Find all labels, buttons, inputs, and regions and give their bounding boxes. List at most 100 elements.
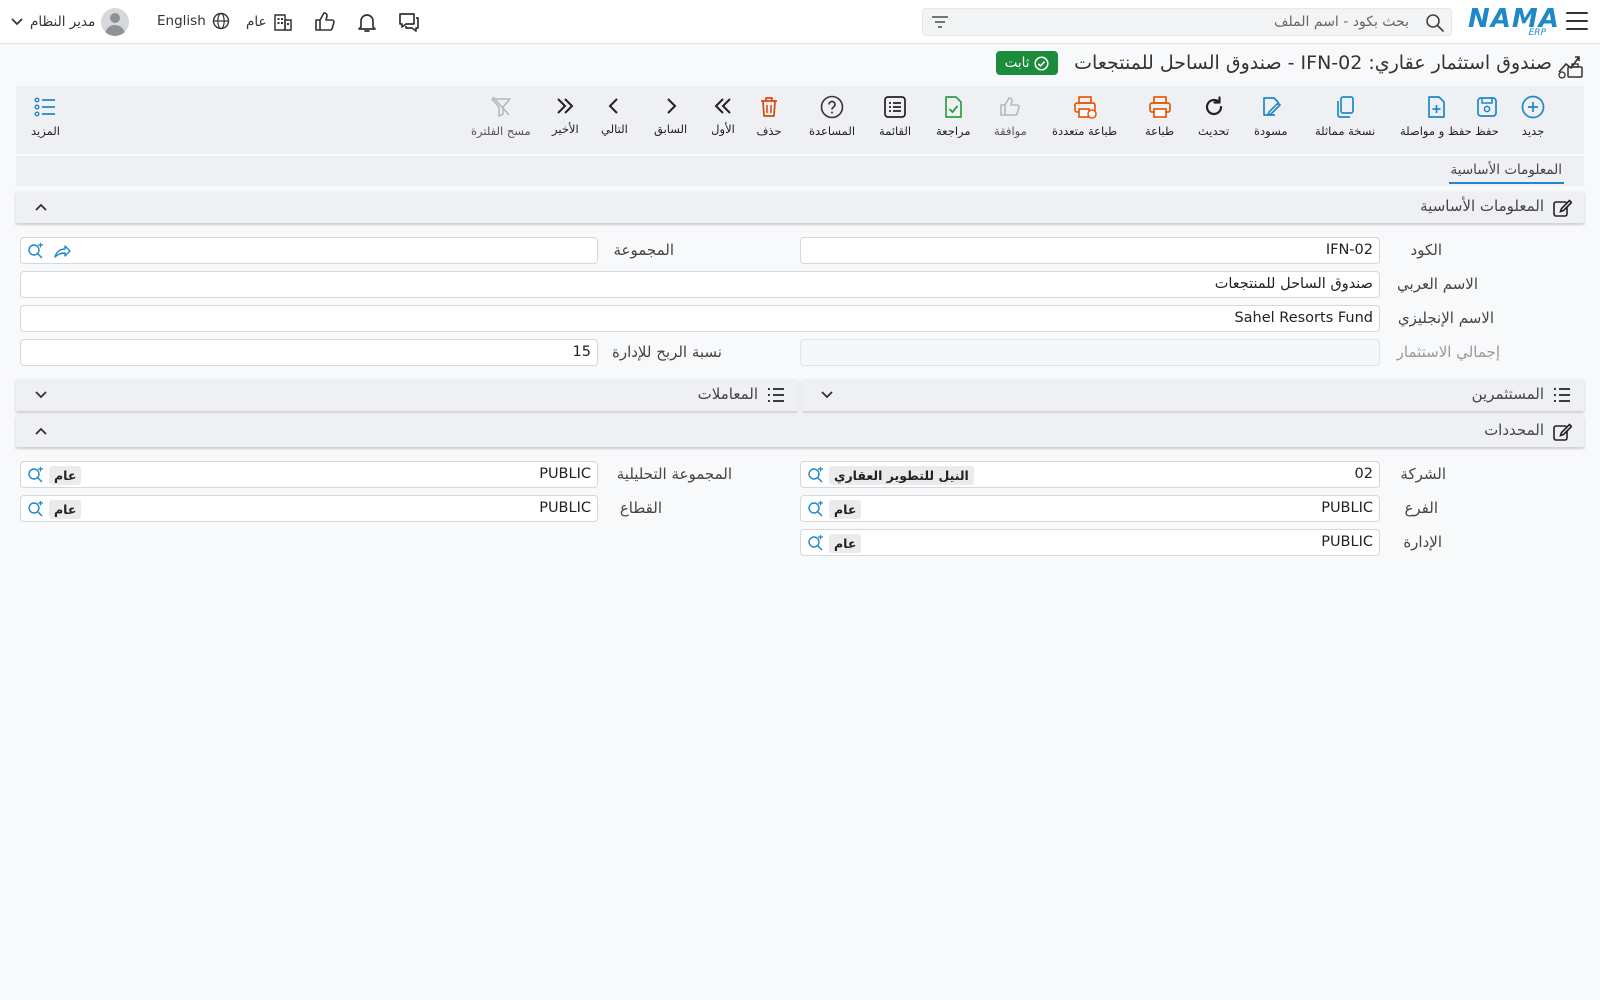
duplicate-label: نسخة مماثلة [1315,124,1376,138]
previous-label: السابق [654,122,688,136]
clear-filter-button[interactable]: مسح الفلترة [471,94,531,138]
top-bar: NAMA ERP عام English مدير النظام [0,0,1600,44]
analytic-group-code: PUBLIC [539,466,591,482]
delete-label: حذف [756,124,782,138]
arabic-name-label: الاسم العربي [1397,275,1478,293]
draft-button[interactable]: مسودة [1254,94,1288,138]
print-button[interactable]: طباعة [1145,94,1174,138]
list-button[interactable]: القائمة [879,94,911,138]
investors-section-header[interactable]: المستثمرين [802,379,1584,411]
chevron-down-icon[interactable] [34,388,48,402]
transactions-section-title: المعاملات [697,385,758,403]
status-badge: ثابت [996,51,1058,75]
first-label: الأول [711,122,735,136]
last-label: الأخير [552,122,579,136]
basic-info-section-header[interactable]: المعلومات الأساسية [16,191,1584,223]
english-name-field[interactable]: Sahel Resorts Fund [20,305,1380,332]
user-name: مدير النظام [30,14,96,30]
company-field[interactable]: 02 النيل للتطوير العقاري [800,461,1380,488]
save-continue-label: حفظ و مواصلة [1400,124,1472,138]
dimensions-section-title: المحددات [1484,421,1544,439]
global-search [922,8,1452,36]
sector-name-tag: عام [49,500,82,519]
first-button[interactable]: الأول [710,94,736,136]
last-button[interactable]: الأخير [552,94,579,136]
dimensions-section-header[interactable]: المحددات [16,415,1584,447]
review-button[interactable]: مراجعة [936,94,971,138]
next-button[interactable]: التالي [601,94,628,136]
refresh-button[interactable]: تحديث [1198,94,1229,138]
chevron-up-icon[interactable] [34,424,48,438]
help-icon [820,95,844,119]
duplicate-button[interactable]: نسخة مماثلة [1315,94,1375,138]
user-menu[interactable]: مدير النظام [10,8,130,36]
analytic-group-field[interactable]: PUBLIC عام [20,461,598,488]
delete-button[interactable]: حذف [756,94,782,138]
hamburger-menu-icon[interactable] [1566,12,1588,30]
filter-icon[interactable] [931,14,949,30]
investors-section-title: المستثمرين [1471,385,1544,403]
building-icon [273,14,292,31]
more-button[interactable]: المزيد [31,94,60,138]
language-switcher[interactable]: English [157,12,230,30]
search-plus-icon[interactable] [807,501,825,517]
tab-basic-info[interactable]: المعلومات الأساسية [1448,162,1564,184]
multi-print-button[interactable]: طباعة متعددة [1052,94,1117,138]
chevron-up-icon[interactable] [34,200,48,214]
mgmt-profit-field[interactable]: 15 [20,339,598,366]
bell-icon[interactable] [355,10,379,38]
draft-label: مسودة [1254,124,1288,138]
search-icon[interactable] [1425,13,1445,33]
approve-button[interactable]: موافقة [994,94,1027,138]
edit-file-icon [1262,97,1281,117]
code-field[interactable]: IFN-02 [800,237,1380,264]
public-selector[interactable]: عام [246,12,293,32]
chevron-down-icon[interactable] [820,388,834,402]
company-name-tag: النيل للتطوير العقاري [829,466,974,485]
group-field[interactable] [20,237,598,264]
more-label: المزيد [31,124,60,138]
list-menu-icon [34,97,56,117]
analytic-group-name-tag: عام [49,466,82,485]
multi-printer-icon [1073,96,1097,119]
sector-label: القطاع [619,499,662,517]
transactions-section-header[interactable]: المعاملات [16,379,798,411]
help-label: المساعدة [809,124,856,138]
double-chevron-right-icon [557,98,574,114]
chevron-left-icon [608,98,619,114]
arabic-name-field[interactable]: صندوق الساحل للمنتجعات [20,271,1380,298]
double-chevron-left-icon [714,98,731,114]
help-button[interactable]: المساعدة [809,94,855,138]
search-plus-icon[interactable] [27,467,45,483]
department-field[interactable]: PUBLIC عام [800,529,1380,556]
plus-circle-icon [1521,95,1545,119]
search-plus-icon[interactable] [27,243,45,259]
search-plus-icon[interactable] [807,467,825,483]
title-row: صندوق استثمار عقاري: IFN-02 - صندوق السا… [0,46,1600,82]
chat-icon[interactable] [397,10,421,38]
investment-fund-icon [1558,56,1583,79]
app-logo[interactable]: NAMA ERP [1468,4,1559,38]
new-button[interactable]: جديد [1520,94,1546,138]
save-button[interactable]: حفظ [1474,94,1500,138]
save-continue-button[interactable]: حفظ و مواصلة [1400,94,1472,138]
search-plus-icon[interactable] [807,535,825,551]
basic-info-section-title: المعلومات الأساسية [1420,197,1544,215]
sector-field[interactable]: PUBLIC عام [20,495,598,522]
list-icon [1554,388,1570,402]
search-input[interactable] [957,11,1409,33]
tabs-row: المعلومات الأساسية [16,156,1584,186]
file-check-icon [945,96,963,118]
previous-button[interactable]: السابق [654,94,687,136]
branch-label: الفرع [1404,499,1438,517]
thumbs-up-icon[interactable] [313,10,337,38]
mgmt-profit-label: نسبة الربح للإدارة [611,343,722,361]
branch-field[interactable]: PUBLIC عام [800,495,1380,522]
list-icon [884,96,906,118]
company-code: 02 [1354,466,1373,482]
share-arrow-icon[interactable] [53,243,71,259]
search-plus-icon[interactable] [27,501,45,517]
refresh-icon [1205,96,1222,116]
printer-icon [1148,96,1171,118]
group-label: المجموعة [613,241,674,259]
